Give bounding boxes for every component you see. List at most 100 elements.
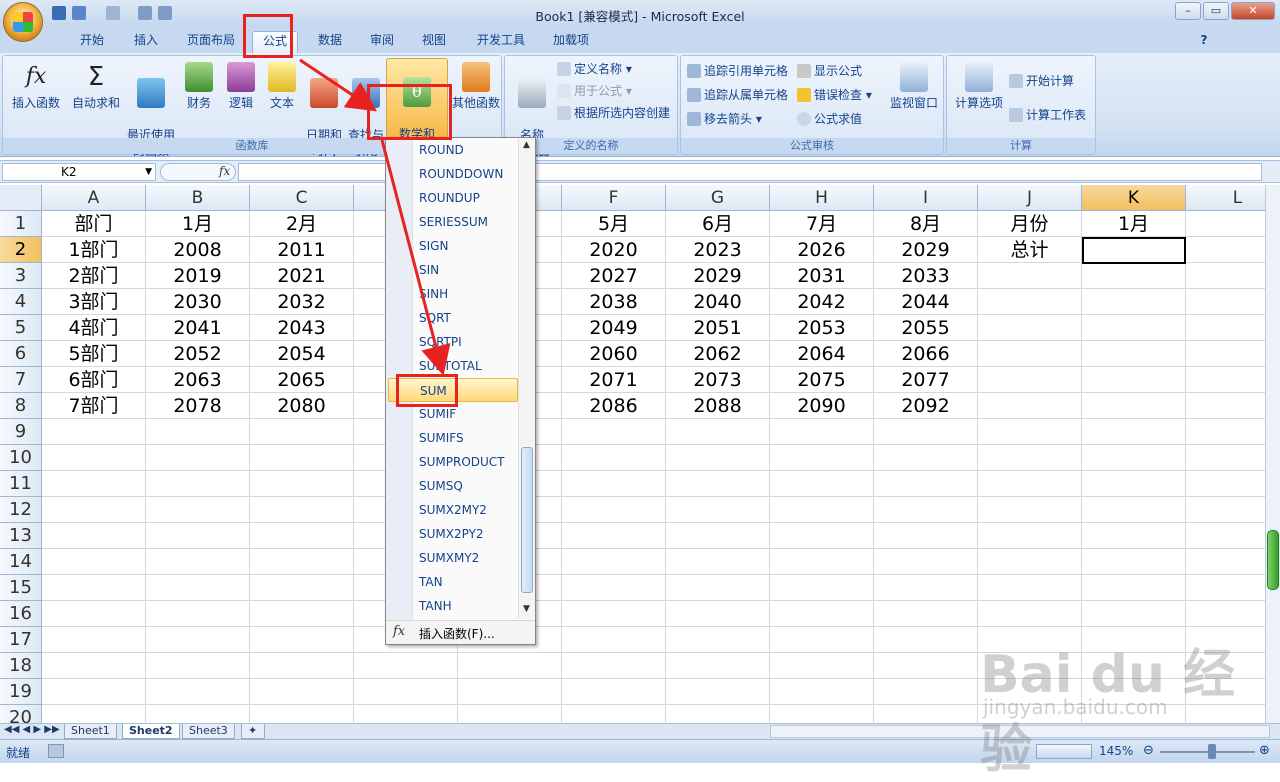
cell-b6[interactable]: 2052 (146, 341, 250, 367)
function-item-sign[interactable]: SIGN (414, 234, 518, 258)
tab-page-layout[interactable]: 页面布局 (182, 31, 240, 53)
cell-f3[interactable]: 2027 (562, 263, 666, 289)
cell-a8[interactable]: 7部门 (42, 393, 146, 419)
cell-k8[interactable] (1082, 393, 1186, 419)
cell-i14[interactable] (874, 549, 978, 575)
cell-j12[interactable] (978, 497, 1082, 523)
cell-f20[interactable] (562, 705, 666, 723)
cell-c14[interactable] (250, 549, 354, 575)
cell-h6[interactable]: 2064 (770, 341, 874, 367)
cell-j6[interactable] (978, 341, 1082, 367)
row-header-17[interactable]: 17 (0, 627, 42, 653)
cell-a16[interactable] (42, 601, 146, 627)
cell-a2[interactable]: 1部门 (42, 237, 146, 263)
cell-j16[interactable] (978, 601, 1082, 627)
row-header-3[interactable]: 3 (0, 263, 42, 289)
column-header-j[interactable]: J (978, 185, 1082, 211)
cell-b3[interactable]: 2019 (146, 263, 250, 289)
cell-b14[interactable] (146, 549, 250, 575)
cell-f18[interactable] (562, 653, 666, 679)
cell-c15[interactable] (250, 575, 354, 601)
cell-i10[interactable] (874, 445, 978, 471)
cell-g19[interactable] (666, 679, 770, 705)
cell-i16[interactable] (874, 601, 978, 627)
cell-i18[interactable] (874, 653, 978, 679)
cell-l8[interactable] (1186, 393, 1265, 419)
tab-addins[interactable]: 加载项 (546, 31, 596, 53)
sheet-tab-2[interactable]: Sheet2 (122, 724, 180, 739)
column-header-h[interactable]: H (770, 185, 874, 211)
error-checking-button[interactable]: 错误检查 ▾ (797, 86, 872, 104)
cell-j1[interactable]: 月份 (978, 211, 1082, 237)
row-header-19[interactable]: 19 (0, 679, 42, 705)
tab-data[interactable]: 数据 (310, 31, 350, 53)
cell-d18[interactable] (354, 653, 458, 679)
cell-f16[interactable] (562, 601, 666, 627)
cell-h20[interactable] (770, 705, 874, 723)
cell-f15[interactable] (562, 575, 666, 601)
restore-button[interactable]: ▭ (1203, 2, 1229, 20)
dropdown-scrollbar[interactable]: ▲ ▼ (518, 138, 535, 618)
cell-j11[interactable] (978, 471, 1082, 497)
cell-k7[interactable] (1082, 367, 1186, 393)
cell-a1[interactable]: 部门 (42, 211, 146, 237)
cell-l15[interactable] (1186, 575, 1265, 601)
cell-c1[interactable]: 2月 (250, 211, 354, 237)
function-item-sqrtpi[interactable]: SQRTPI (414, 330, 518, 354)
cell-j9[interactable] (978, 419, 1082, 445)
cell-i1[interactable]: 8月 (874, 211, 978, 237)
insert-sheet-icon[interactable]: ✦ (241, 724, 265, 739)
cell-a9[interactable] (42, 419, 146, 445)
cell-a11[interactable] (42, 471, 146, 497)
cell-j8[interactable] (978, 393, 1082, 419)
column-header-a[interactable]: A (42, 185, 146, 211)
cell-f14[interactable] (562, 549, 666, 575)
cell-f2[interactable]: 2020 (562, 237, 666, 263)
column-header-k[interactable]: K (1082, 185, 1186, 211)
cell-a17[interactable] (42, 627, 146, 653)
cell-g16[interactable] (666, 601, 770, 627)
cell-a3[interactable]: 2部门 (42, 263, 146, 289)
column-header-i[interactable]: I (874, 185, 978, 211)
cell-i2[interactable]: 2029 (874, 237, 978, 263)
tab-view[interactable]: 视图 (414, 31, 454, 53)
insert-function-button[interactable]: fx 插入函数 (7, 60, 65, 111)
cell-i3[interactable]: 2033 (874, 263, 978, 289)
watch-window-button[interactable]: 监视窗口 (885, 60, 943, 111)
cell-f17[interactable] (562, 627, 666, 653)
cell-i6[interactable]: 2066 (874, 341, 978, 367)
scroll-thumb[interactable] (1267, 530, 1279, 590)
cell-l16[interactable] (1186, 601, 1265, 627)
cell-k12[interactable] (1082, 497, 1186, 523)
chevron-down-icon[interactable]: ▼ (145, 164, 152, 180)
sheet-tab-3[interactable]: Sheet3 (182, 724, 235, 739)
cell-g12[interactable] (666, 497, 770, 523)
use-in-formula-button[interactable]: 用于公式 ▾ (557, 82, 632, 100)
cell-h8[interactable]: 2090 (770, 393, 874, 419)
cell-a12[interactable] (42, 497, 146, 523)
cell-c5[interactable]: 2043 (250, 315, 354, 341)
column-header-l[interactable]: L (1186, 185, 1265, 211)
cell-c20[interactable] (250, 705, 354, 723)
cell-c9[interactable] (250, 419, 354, 445)
cell-l14[interactable] (1186, 549, 1265, 575)
tab-developer[interactable]: 开发工具 (470, 31, 532, 53)
cell-l1[interactable] (1186, 211, 1265, 237)
function-item-sin[interactable]: SIN (414, 258, 518, 282)
function-item-tanh[interactable]: TANH (414, 594, 518, 618)
calc-sheet-button[interactable]: 计算工作表 (1009, 106, 1086, 124)
cell-g20[interactable] (666, 705, 770, 723)
cell-f9[interactable] (562, 419, 666, 445)
insert-function-menu-item[interactable]: fx 插入函数(F)... (386, 620, 535, 644)
function-item-sumxmy2[interactable]: SUMXMY2 (414, 546, 518, 570)
cell-i8[interactable]: 2092 (874, 393, 978, 419)
cell-l5[interactable] (1186, 315, 1265, 341)
cell-h1[interactable]: 7月 (770, 211, 874, 237)
cell-k9[interactable] (1082, 419, 1186, 445)
sheet-nav-icon[interactable]: ◀◀ ◀ ▶ ▶▶ (4, 724, 60, 735)
cell-g15[interactable] (666, 575, 770, 601)
calc-now-button[interactable]: 开始计算 (1009, 72, 1074, 90)
datetime-button[interactable]: 日期和 时间 (303, 60, 345, 175)
cell-l13[interactable] (1186, 523, 1265, 549)
cell-i12[interactable] (874, 497, 978, 523)
